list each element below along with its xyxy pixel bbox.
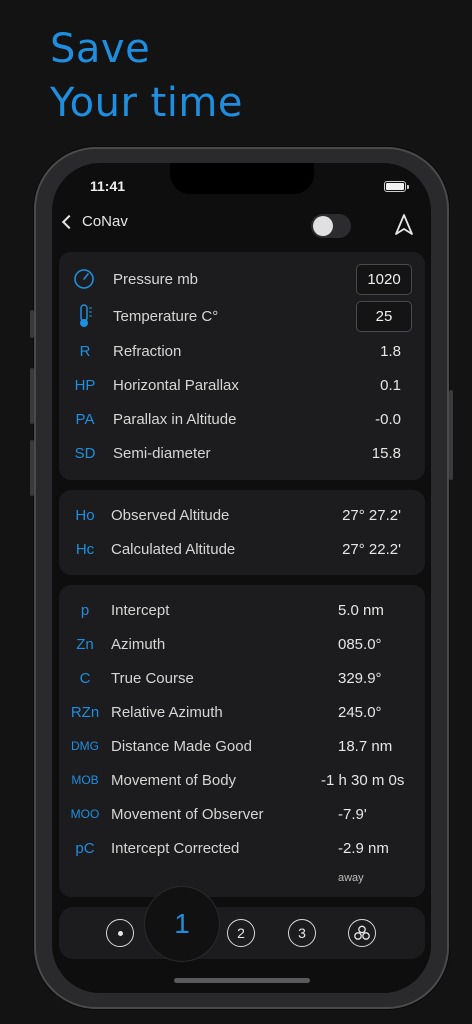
intercept-direction: away — [338, 872, 364, 884]
intercept-corrected-abbr: pC — [75, 839, 95, 857]
intercept-abbr: p — [80, 601, 90, 619]
horizontal-parallax-value: 0.1 — [380, 376, 401, 394]
parallax-altitude-value: -0.0 — [375, 410, 401, 428]
azimuth-value: 085.0° — [338, 635, 382, 653]
refraction-label: Refraction — [113, 342, 182, 360]
chevron-left-icon — [61, 214, 77, 229]
altitude-card: Ho Observed Altitude 27° 27.2' Hc Calcul… — [59, 490, 425, 575]
results-card: p Intercept 5.0 nm Zn Azimuth 085.0° C T… — [59, 585, 425, 897]
tab-combine[interactable] — [348, 919, 376, 947]
tab-3[interactable]: 3 — [288, 919, 316, 947]
relative-azimuth-value: 245.0° — [338, 703, 382, 721]
tab-2[interactable]: 2 — [227, 919, 255, 947]
calculated-altitude-label: Calculated Altitude — [111, 540, 236, 558]
intercept-row: p Intercept 5.0 nm — [59, 595, 425, 625]
refraction-value: 1.8 — [380, 342, 401, 360]
azimuth-label: Azimuth — [111, 635, 166, 653]
corrections-card: Pressure mb 1020 Temperature C° 25 R Ref… — [59, 252, 425, 480]
relative-azimuth-abbr: RZn — [70, 703, 100, 721]
status-time: 11:41 — [90, 178, 126, 194]
distance-made-good-label: Distance Made Good — [111, 737, 252, 755]
notch — [170, 163, 314, 194]
refraction-row: R Refraction 1.8 — [59, 336, 425, 366]
intercept-corrected-value: -2.9 nm — [338, 839, 389, 857]
relative-azimuth-label: Relative Azimuth — [111, 703, 223, 721]
true-course-value: 329.9° — [338, 669, 382, 687]
power-button — [449, 390, 453, 480]
battery-icon — [384, 181, 409, 192]
intercept-value: 5.0 nm — [338, 601, 384, 619]
horizontal-parallax-abbr: HP — [74, 376, 96, 394]
pressure-row: Pressure mb 1020 — [59, 263, 425, 295]
parallax-altitude-row: PA Parallax in Altitude -0.0 — [59, 404, 425, 434]
mute-switch — [30, 310, 34, 338]
volume-down-button — [30, 440, 34, 496]
temperature-input[interactable]: 25 — [356, 300, 412, 332]
movement-of-body-abbr: MOB — [71, 773, 99, 787]
horizontal-parallax-label: Horizontal Parallax — [113, 376, 239, 394]
home-indicator — [174, 978, 310, 983]
movement-of-observer-label: Movement of Observer — [111, 805, 264, 823]
horizontal-parallax-row: HP Horizontal Parallax 0.1 — [59, 370, 425, 400]
movement-of-observer-abbr: MOO — [70, 807, 100, 821]
parallax-altitude-abbr: PA — [75, 410, 95, 428]
tab-home[interactable] — [106, 919, 134, 947]
true-course-abbr: C — [79, 669, 91, 687]
movement-of-observer-row: MOO Movement of Observer -7.9' — [59, 799, 425, 829]
temperature-label: Temperature C° — [113, 307, 219, 325]
distance-made-good-row: DMG Distance Made Good 18.7 nm — [59, 731, 425, 761]
pressure-input[interactable]: 1020 — [356, 263, 412, 295]
calculated-altitude-value: 27° 22.2' — [342, 540, 401, 558]
temperature-row: Temperature C° 25 — [59, 300, 425, 332]
semi-diameter-row: SD Semi-diameter 15.8 — [59, 438, 425, 468]
calculated-altitude-row: Hc Calculated Altitude 27° 22.2' — [59, 534, 425, 564]
headline-line-1: Save — [50, 26, 151, 72]
distance-made-good-value: 18.7 nm — [338, 737, 393, 755]
parallax-altitude-label: Parallax in Altitude — [113, 410, 237, 428]
true-course-label: True Course — [111, 669, 194, 687]
pressure-label: Pressure mb — [113, 270, 199, 288]
observed-altitude-row: Ho Observed Altitude 27° 27.2' — [59, 500, 425, 530]
gauge-icon — [74, 269, 94, 289]
semi-diameter-label: Semi-diameter — [113, 444, 211, 462]
movement-of-body-label: Movement of Body — [111, 771, 237, 789]
observed-altitude-label: Observed Altitude — [111, 506, 230, 524]
relative-azimuth-row: RZn Relative Azimuth 245.0° — [59, 697, 425, 727]
back-button[interactable]: CoNav — [61, 213, 128, 230]
movement-of-body-value: -1 h 30 m 0s — [321, 771, 405, 789]
headline-line-2: Your time — [50, 80, 243, 126]
intercept-corrected-label: Intercept Corrected — [111, 839, 240, 857]
semi-diameter-abbr: SD — [74, 444, 96, 462]
true-course-row: C True Course 329.9° — [59, 663, 425, 693]
back-label: CoNav — [82, 213, 128, 230]
dot-icon — [117, 930, 123, 936]
distance-made-good-abbr: DMG — [71, 739, 99, 753]
tab-1-active[interactable]: 1 — [145, 887, 219, 961]
azimuth-row: Zn Azimuth 085.0° — [59, 629, 425, 659]
intercept-corrected-row: pC Intercept Corrected -2.9 nm — [59, 833, 425, 863]
thermometer-icon — [80, 304, 92, 327]
calculated-altitude-abbr: Hc — [75, 540, 95, 558]
observed-altitude-value: 27° 27.2' — [342, 506, 401, 524]
app-screen: 11:41 CoNav Pressure mb 1020 Temperature… — [52, 163, 431, 993]
semi-diameter-value: 15.8 — [371, 444, 401, 462]
azimuth-abbr: Zn — [76, 635, 94, 653]
refraction-abbr: R — [79, 342, 91, 360]
mode-toggle[interactable] — [311, 214, 351, 238]
tab-bar: 2 3 — [59, 907, 425, 959]
intercept-label: Intercept — [111, 601, 170, 619]
headline: Save Your time — [50, 22, 243, 130]
volume-up-button — [30, 368, 34, 424]
movement-of-body-row: MOB Movement of Body -1 h 30 m 0s — [59, 765, 425, 795]
movement-of-observer-value: -7.9' — [338, 805, 367, 823]
observed-altitude-abbr: Ho — [75, 506, 95, 524]
navigation-arrow-icon[interactable] — [393, 213, 415, 237]
three-circles-icon — [354, 925, 370, 940]
